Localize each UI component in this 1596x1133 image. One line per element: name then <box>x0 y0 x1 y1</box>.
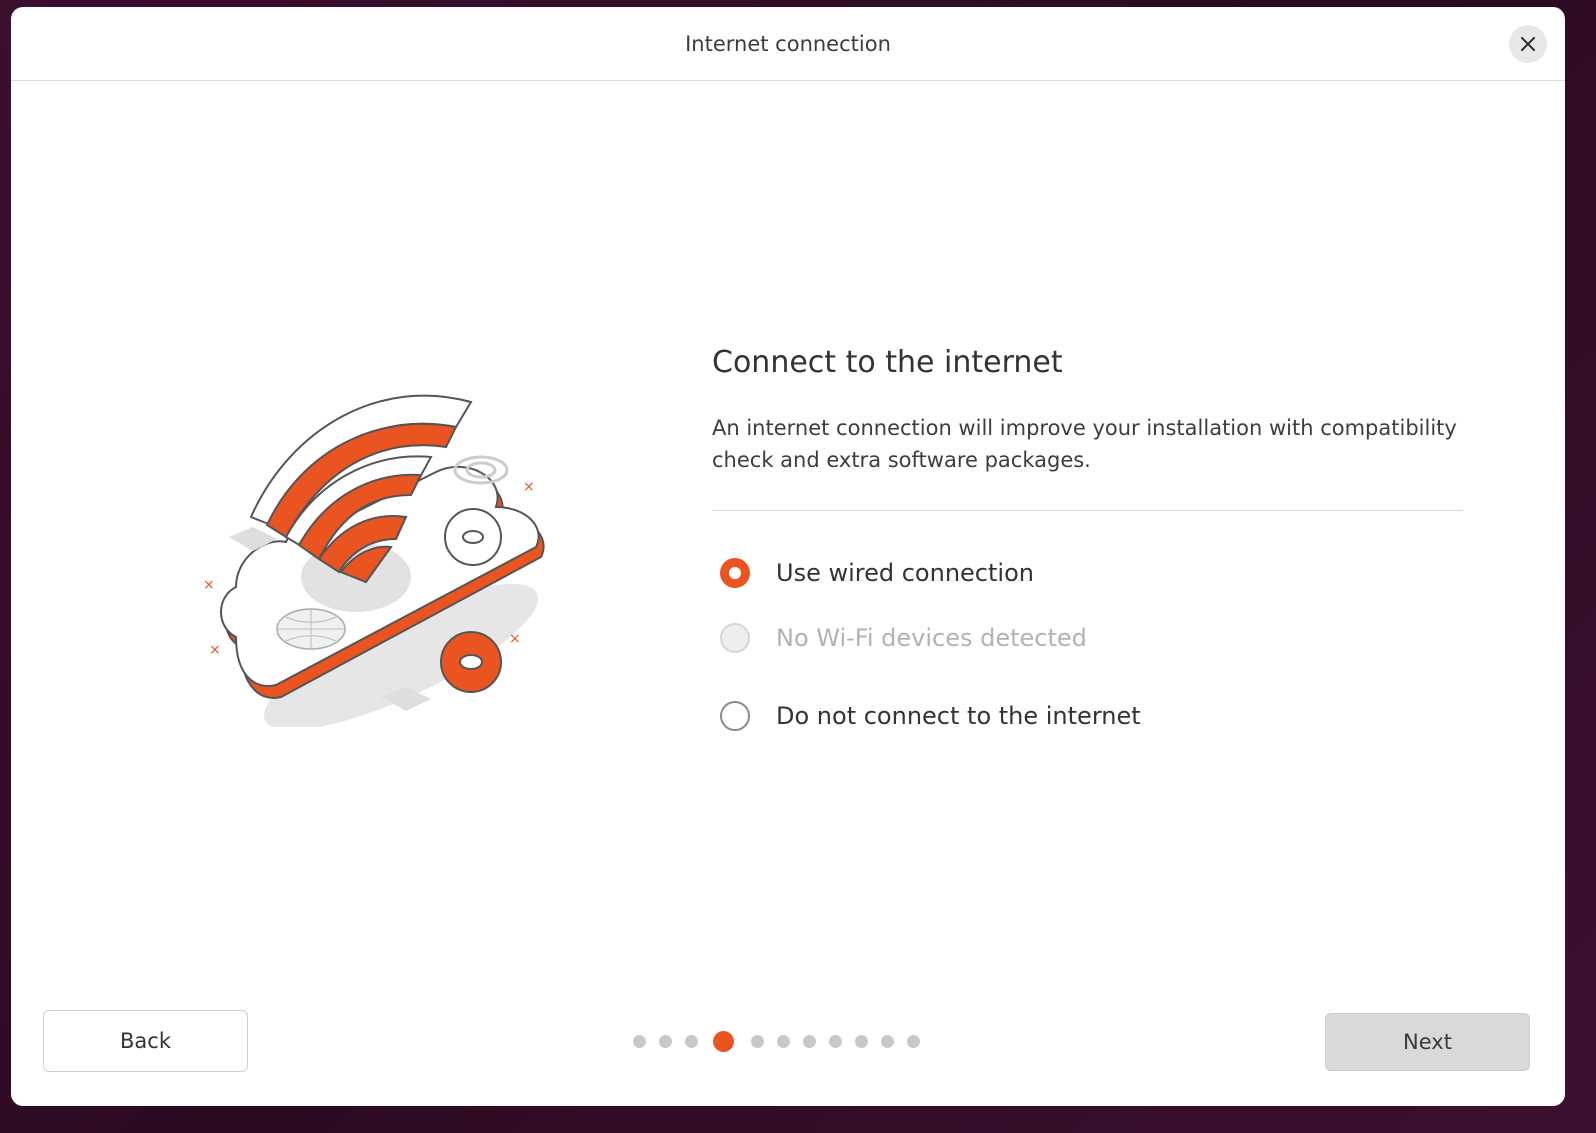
radio-checked-icon[interactable] <box>720 558 750 588</box>
progress-dot <box>855 1035 868 1048</box>
connection-panel: Connect to the internet An internet conn… <box>712 345 1463 511</box>
progress-dot <box>751 1035 764 1048</box>
radio-disabled-icon <box>720 623 750 653</box>
option-wired-label: Use wired connection <box>776 559 1034 587</box>
svg-text:×: × <box>523 479 535 495</box>
option-wired[interactable]: Use wired connection <box>720 553 1034 593</box>
divider <box>712 510 1463 511</box>
option-wifi: No Wi-Fi devices detected <box>720 618 1087 658</box>
progress-dots <box>633 1031 933 1052</box>
page-heading: Connect to the internet <box>712 345 1063 380</box>
option-offline[interactable]: Do not connect to the internet <box>720 696 1141 736</box>
back-button[interactable]: Back <box>43 1010 248 1072</box>
progress-dot <box>829 1035 842 1048</box>
progress-dot <box>685 1035 698 1048</box>
titlebar: Internet connection <box>11 7 1565 81</box>
page-description: An internet connection will improve your… <box>712 416 1457 472</box>
cloud-wifi-illustration: × × × × <box>203 394 545 727</box>
option-wifi-label: No Wi-Fi devices detected <box>776 624 1087 652</box>
close-icon <box>1521 37 1535 51</box>
option-offline-label: Do not connect to the internet <box>776 702 1141 730</box>
progress-dot <box>777 1035 790 1048</box>
gear-icon <box>444 508 502 566</box>
progress-dot-active <box>713 1031 734 1052</box>
next-button[interactable]: Next <box>1325 1013 1530 1071</box>
close-button[interactable] <box>1509 25 1547 63</box>
globe-icon <box>276 608 346 650</box>
svg-text:×: × <box>203 577 215 593</box>
progress-dot <box>633 1035 646 1048</box>
svg-text:×: × <box>509 631 521 647</box>
progress-dot <box>659 1035 672 1048</box>
progress-dot <box>907 1035 920 1048</box>
progress-dot <box>881 1035 894 1048</box>
window-title: Internet connection <box>685 31 891 56</box>
installer-window: Internet connection × × × × Connect to t… <box>11 7 1565 1106</box>
gear-orange-icon <box>440 631 502 693</box>
svg-text:×: × <box>209 642 221 658</box>
progress-dot <box>803 1035 816 1048</box>
radio-unchecked-icon[interactable] <box>720 701 750 731</box>
